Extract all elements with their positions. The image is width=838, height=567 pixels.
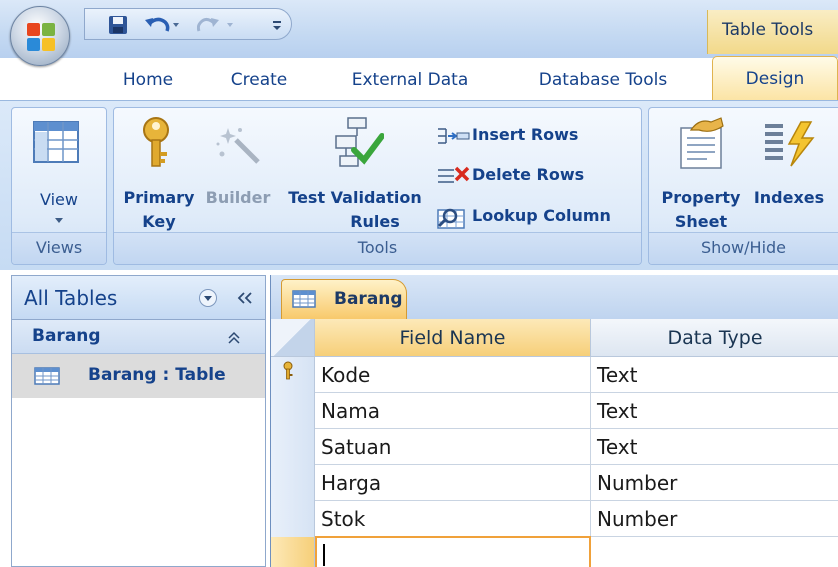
contextual-tab-label: Table Tools	[722, 20, 814, 40]
table-row[interactable]: Harga Number	[271, 465, 838, 501]
table-tools-contextual-tab: Table Tools	[707, 10, 838, 54]
primary-key-label-line2: Key	[142, 212, 176, 231]
data-type-cell[interactable]	[591, 537, 838, 567]
primary-key-icon	[283, 361, 293, 380]
builder-label: Builder	[205, 188, 271, 207]
builder-wand-icon	[216, 128, 260, 164]
dropdown-arrow-icon	[55, 218, 63, 223]
ribbon: View Views Primary Key Builder Test Vali…	[0, 100, 838, 270]
delete-rows-button[interactable]: Delete Rows	[434, 160, 639, 190]
nav-item-label: Barang : Table	[88, 365, 226, 385]
insert-rows-button[interactable]: Insert Rows	[434, 120, 639, 150]
lookup-column-label: Lookup Column	[472, 206, 611, 225]
quick-access-toolbar	[84, 8, 292, 40]
tab-database-tools[interactable]: Database Tools	[520, 58, 686, 102]
select-all-corner[interactable]	[271, 319, 315, 357]
property-sheet-label-line1: Property	[661, 188, 741, 207]
redo-icon[interactable]	[197, 14, 241, 36]
view-button-label: View	[40, 190, 78, 209]
tab-external-data[interactable]: External Data	[334, 58, 486, 102]
document-tab-barang[interactable]: Barang	[281, 279, 407, 319]
document-tab-strip: Barang	[271, 275, 838, 319]
lookup-column-button[interactable]: Lookup Column	[434, 201, 639, 231]
data-type-cell[interactable]: Number	[591, 465, 838, 501]
customize-toolbar-icon[interactable]	[269, 14, 285, 36]
field-name-cell[interactable]: Harga	[315, 465, 591, 501]
table-row[interactable]: Stok Number	[271, 501, 838, 537]
view-button[interactable]: View	[20, 112, 98, 232]
tools-group: Primary Key Builder Test Validation Rule…	[113, 107, 642, 265]
navigation-pane: All Tables Barang Barang : Table	[11, 275, 266, 567]
field-name-cell[interactable]: Satuan	[315, 429, 591, 465]
primary-key-icon	[143, 117, 169, 167]
indexes-label: Indexes	[753, 188, 825, 207]
insert-rows-label: Insert Rows	[472, 125, 579, 144]
collapse-pane-icon[interactable]	[234, 289, 256, 307]
primary-key-label-line1: Primary	[123, 188, 195, 207]
builder-button: Builder	[202, 110, 274, 234]
field-name-cell[interactable]: Stok	[315, 501, 591, 537]
field-name-cell[interactable]: Kode	[315, 357, 591, 393]
test-validation-icon	[335, 117, 384, 167]
table-design-document: Barang Field Name Data Type Kode Text Na…	[270, 275, 838, 567]
table-row[interactable]: Nama Text	[271, 393, 838, 429]
primary-key-button[interactable]: Primary Key	[118, 110, 200, 234]
document-tab-label: Barang	[334, 289, 403, 309]
views-group: View Views	[11, 107, 107, 265]
nav-menu-dropdown-icon[interactable]	[198, 288, 218, 308]
row-selector[interactable]	[271, 357, 315, 393]
new-record-row[interactable]	[271, 536, 838, 567]
text-cursor	[323, 544, 325, 566]
row-selector[interactable]	[271, 429, 315, 465]
show-hide-group-label: Show/Hide	[649, 232, 838, 264]
delete-rows-label: Delete Rows	[472, 165, 585, 184]
lookup-column-icon	[437, 208, 465, 229]
column-header-field-name[interactable]: Field Name	[315, 319, 591, 357]
tab-design[interactable]: Design	[712, 56, 838, 102]
tab-home[interactable]: Home	[110, 58, 186, 102]
field-name-cell[interactable]: Nama	[315, 393, 591, 429]
row-selector[interactable]	[271, 537, 315, 567]
collapse-group-icon[interactable]	[226, 330, 242, 346]
title-bar: Table Tools	[0, 0, 838, 58]
office-button[interactable]	[10, 6, 70, 66]
property-sheet-icon	[680, 117, 724, 169]
column-header-data-type[interactable]: Data Type	[591, 319, 838, 357]
show-hide-group: Property Sheet Indexes Show/Hide	[648, 107, 838, 265]
data-type-cell[interactable]: Text	[591, 429, 838, 465]
table-row[interactable]: Kode Text	[271, 357, 838, 393]
nav-pane-title: All Tables	[24, 286, 118, 310]
row-commands: Insert Rows Delete Rows Lookup Column	[434, 116, 639, 240]
test-validation-label-line1: Test Validation	[288, 188, 422, 207]
delete-rows-icon	[438, 166, 470, 183]
property-sheet-button[interactable]: Property Sheet	[655, 110, 747, 234]
data-type-cell[interactable]: Text	[591, 357, 838, 393]
row-selector[interactable]	[271, 501, 315, 537]
office-logo-icon	[27, 23, 55, 51]
datasheet-view-icon	[33, 121, 79, 163]
table-icon	[292, 290, 316, 308]
property-sheet-label-line2: Sheet	[674, 212, 728, 231]
undo-icon[interactable]	[143, 14, 183, 36]
row-selector[interactable]	[271, 393, 315, 429]
indexes-button[interactable]: Indexes	[747, 110, 831, 234]
test-validation-rules-button[interactable]: Test Validation Rules	[280, 110, 430, 234]
nav-item-barang-table[interactable]: Barang : Table	[12, 354, 265, 398]
tools-group-label: Tools	[114, 232, 641, 264]
table-icon	[34, 367, 60, 385]
insert-rows-icon	[438, 128, 470, 144]
indexes-icon	[765, 121, 815, 167]
nav-group-barang[interactable]: Barang	[12, 320, 265, 354]
test-validation-label-line2: Rules	[350, 212, 400, 231]
save-icon[interactable]	[107, 14, 129, 36]
data-type-cell[interactable]: Text	[591, 393, 838, 429]
nav-pane-header[interactable]: All Tables	[12, 276, 265, 320]
table-row[interactable]: Satuan Text	[271, 429, 838, 465]
tab-create[interactable]: Create	[216, 58, 302, 102]
row-selector[interactable]	[271, 465, 315, 501]
views-group-label: Views	[12, 232, 106, 264]
nav-group-label: Barang	[32, 326, 101, 346]
active-field-name-input[interactable]	[315, 536, 591, 567]
data-type-cell[interactable]: Number	[591, 501, 838, 537]
